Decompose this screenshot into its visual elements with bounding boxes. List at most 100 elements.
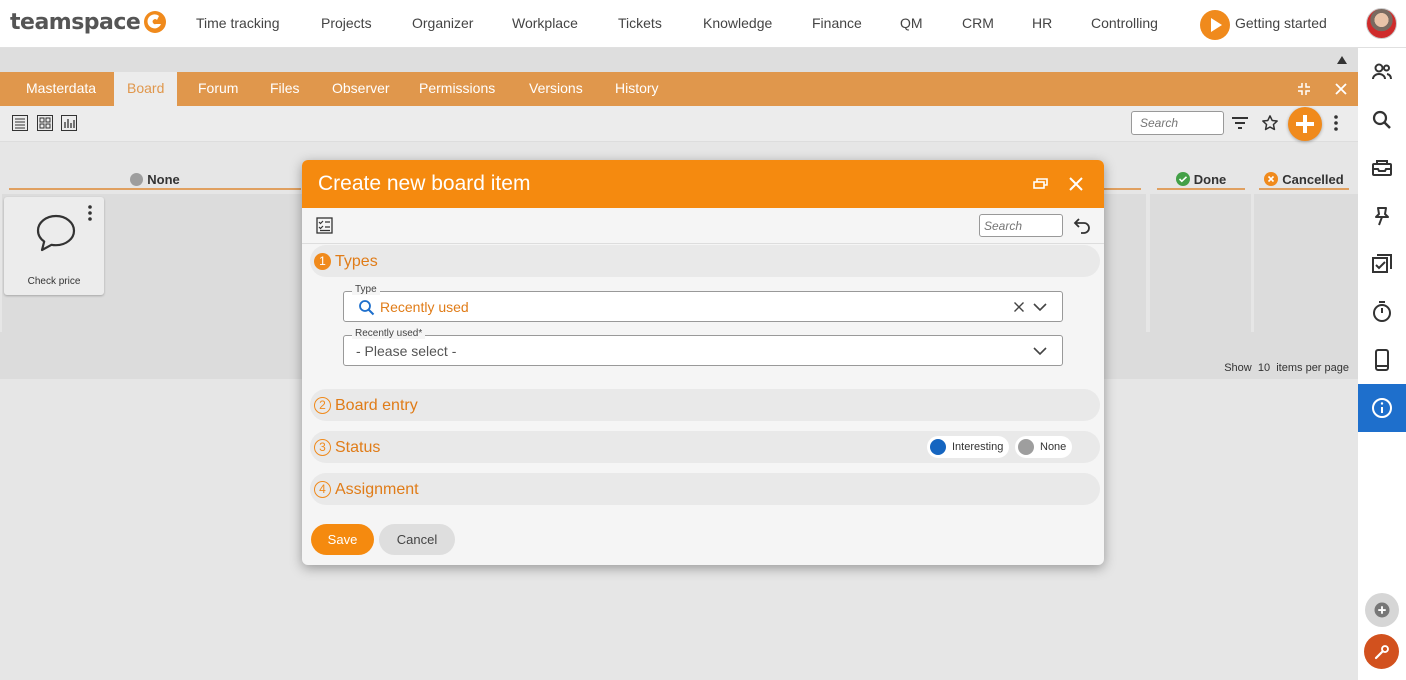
section-assignment[interactable]: 4 Assignment <box>310 473 1100 505</box>
dialog-toolbar <box>302 208 1104 244</box>
more-vertical-icon[interactable] <box>1332 114 1340 132</box>
search-icon[interactable] <box>1358 96 1406 144</box>
nav-hr[interactable]: HR <box>1032 15 1052 31</box>
column-label: Done <box>1193 171 1227 187</box>
close-icon[interactable] <box>1332 80 1350 98</box>
top-navigation: teamspace Time tracking Projects Organiz… <box>0 0 1406 48</box>
pagination-info: Show 10 items per page <box>1224 362 1349 374</box>
restore-window-icon[interactable] <box>1031 174 1051 194</box>
undo-icon[interactable] <box>1073 216 1091 234</box>
stopwatch-icon[interactable] <box>1358 288 1406 336</box>
column-label: None <box>147 171 180 187</box>
collapse-up-icon[interactable] <box>1337 56 1347 64</box>
star-icon[interactable] <box>1261 114 1279 132</box>
type-select[interactable]: Type Recently used <box>343 284 1063 322</box>
column-header-done: Done <box>1157 170 1245 190</box>
wrench-icon[interactable] <box>1364 634 1399 669</box>
logo-mark-icon <box>144 11 166 33</box>
pin-icon[interactable] <box>1358 192 1406 240</box>
column-label: Cancelled <box>1282 171 1344 187</box>
shrink-icon[interactable] <box>1295 80 1313 98</box>
column-body-done <box>1150 194 1251 332</box>
status-dot <box>1018 439 1034 455</box>
column-header-hidden <box>1104 170 1141 190</box>
people-icon[interactable] <box>1358 48 1406 96</box>
dialog-search-input[interactable] <box>979 214 1063 237</box>
grid-view-icon[interactable] <box>36 114 54 132</box>
section-types[interactable]: 1 Types <box>310 245 1100 277</box>
tab-observer[interactable]: Observer <box>319 72 403 106</box>
section-status[interactable]: 3 Status Interesting None <box>310 431 1100 463</box>
nav-tickets[interactable]: Tickets <box>618 15 662 31</box>
card-title: Check price <box>27 276 81 287</box>
nav-controlling[interactable]: Controlling <box>1091 15 1158 31</box>
nav-projects[interactable]: Projects <box>321 15 372 31</box>
status-chip-none[interactable]: None <box>1015 436 1073 458</box>
cancel-button[interactable]: Cancel <box>379 524 455 555</box>
list-view-icon[interactable] <box>11 114 29 132</box>
section-number: 3 <box>314 439 331 456</box>
chip-label: None <box>1040 441 1067 453</box>
filter-icon[interactable] <box>1230 113 1250 133</box>
user-avatar[interactable] <box>1366 8 1397 39</box>
tab-forum[interactable]: Forum <box>185 72 251 106</box>
nav-knowledge[interactable]: Knowledge <box>703 15 772 31</box>
chevron-down-icon[interactable] <box>1033 302 1047 312</box>
type-value: Recently used <box>380 299 469 315</box>
chart-view-icon[interactable] <box>60 114 78 132</box>
nav-time-tracking[interactable]: Time tracking <box>196 15 280 31</box>
column-header-none: None <box>9 170 301 190</box>
info-icon[interactable] <box>1358 384 1406 432</box>
inbox-icon[interactable] <box>1358 144 1406 192</box>
recently-used-select[interactable]: Recently used* - Please select - <box>343 328 1063 366</box>
status-chip-interesting[interactable]: Interesting <box>927 436 1010 458</box>
section-number: 1 <box>314 253 331 270</box>
form-checklist-icon[interactable] <box>316 217 333 234</box>
getting-started-link[interactable]: Getting started <box>1235 15 1327 31</box>
field-label: Recently used* <box>352 328 426 339</box>
tab-files[interactable]: Files <box>257 72 313 106</box>
nav-qm[interactable]: QM <box>900 15 923 31</box>
create-item-dialog: Create new board item 1 Types Type Recen… <box>302 160 1104 565</box>
card-more-icon[interactable] <box>88 205 92 221</box>
dialog-close-icon[interactable] <box>1066 174 1086 194</box>
nav-organizer[interactable]: Organizer <box>412 15 473 31</box>
dialog-title: Create new board item <box>318 172 531 195</box>
tab-history[interactable]: History <box>602 72 672 106</box>
section-label: Assignment <box>335 481 419 498</box>
tab-permissions[interactable]: Permissions <box>406 72 508 106</box>
section-label: Status <box>335 439 381 456</box>
pagination-suffix: items per page <box>1276 362 1349 374</box>
check-circle-icon <box>1175 172 1190 186</box>
section-board-entry[interactable]: 2 Board entry <box>310 389 1100 421</box>
pagination-show: Show <box>1224 362 1252 374</box>
tab-masterdata[interactable]: Masterdata <box>13 72 109 106</box>
pagination-count[interactable]: 10 <box>1258 362 1270 374</box>
add-circle-icon[interactable] <box>1365 593 1399 627</box>
mobile-icon[interactable] <box>1358 336 1406 384</box>
clear-icon[interactable] <box>1013 301 1025 313</box>
tab-board[interactable]: Board <box>114 72 178 106</box>
board-search-input[interactable] <box>1131 111 1224 135</box>
column-body-cancelled <box>1254 194 1358 332</box>
dialog-header: Create new board item <box>302 160 1104 208</box>
tasks-icon[interactable] <box>1358 240 1406 288</box>
nav-crm[interactable]: CRM <box>962 15 994 31</box>
play-icon[interactable] <box>1200 10 1230 40</box>
add-button[interactable] <box>1288 107 1322 141</box>
chevron-down-icon[interactable] <box>1033 346 1047 356</box>
save-button[interactable]: Save <box>311 524 374 555</box>
board-card[interactable]: Check price <box>4 197 104 295</box>
right-rail <box>1358 48 1406 680</box>
nav-workplace[interactable]: Workplace <box>512 15 578 31</box>
collapse-bar <box>0 48 1358 72</box>
speech-bubble-icon <box>36 214 76 252</box>
tab-versions[interactable]: Versions <box>516 72 596 106</box>
nav-finance[interactable]: Finance <box>812 15 862 31</box>
section-number: 4 <box>314 481 331 498</box>
tab-bar: Masterdata Board Forum Files Observer Pe… <box>0 72 1358 106</box>
board-toolbar <box>0 106 1358 142</box>
status-dot <box>930 439 946 455</box>
select-placeholder: - Please select - <box>356 343 457 359</box>
app-logo[interactable]: teamspace <box>10 10 141 35</box>
